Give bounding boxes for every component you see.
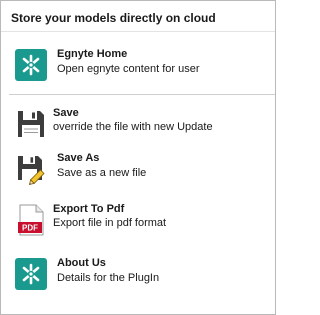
save-as-button[interactable]: Save As Save as a new file — [9, 147, 267, 191]
panel-header: Store your models directly on cloud — [11, 11, 216, 25]
export-to-pdf-title: Export To Pdf — [53, 203, 125, 215]
save-as-description: Save as a new file — [57, 167, 147, 179]
egnyte-logo-icon — [15, 49, 47, 81]
export-to-pdf-button[interactable]: PDF Export To Pdf Export file in pdf for… — [9, 202, 267, 246]
floppy-disk-pencil-icon — [18, 156, 45, 185]
export-to-pdf-description: Export file in pdf format — [53, 217, 167, 229]
floppy-disk-icon — [18, 111, 44, 137]
save-title: Save — [53, 107, 79, 119]
egnyte-home-description: Open egnyte content for user — [57, 63, 200, 75]
egnyte-plugin-panel: Store your models directly on cloud Egny… — [0, 0, 276, 315]
egnyte-home-button[interactable]: Egnyte Home Open egnyte content for user — [9, 43, 267, 87]
egnyte-logo-icon — [15, 258, 47, 290]
group-divider — [9, 94, 275, 95]
about-us-description: Details for the PlugIn — [57, 272, 160, 284]
save-description: override the file with new Update — [53, 121, 213, 133]
about-us-title: About Us — [57, 257, 106, 269]
egnyte-home-title: Egnyte Home — [57, 48, 128, 60]
save-as-title: Save As — [57, 152, 100, 164]
pdf-file-icon: PDF — [18, 204, 44, 236]
pdf-badge-text: PDF — [22, 224, 38, 233]
header-divider — [1, 31, 275, 32]
save-button[interactable]: Save override the file with new Update — [9, 106, 267, 150]
about-us-button[interactable]: About Us Details for the PlugIn — [9, 252, 267, 296]
